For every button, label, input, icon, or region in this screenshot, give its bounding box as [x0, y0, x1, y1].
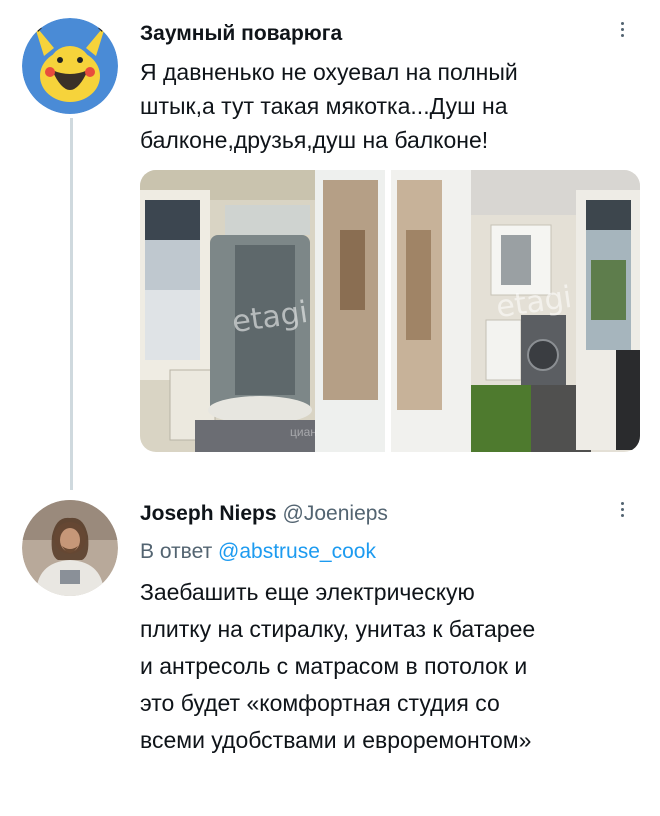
more-options-icon[interactable]: [620, 502, 626, 520]
pikachu-avatar-icon: [22, 18, 118, 114]
avatar-zaumny[interactable]: [22, 18, 118, 114]
author-name[interactable]: Joseph Nieps @Joenieps: [140, 502, 388, 526]
thread-connector-line: [70, 118, 73, 490]
tweet-text: Заебашить еще электрическую плитку на ст…: [140, 579, 536, 753]
media-image-shower[interactable]: etagi циан: [140, 170, 385, 452]
author-name[interactable]: Заумный поварюга: [140, 22, 342, 46]
watermark-cian: циан: [290, 425, 317, 439]
avatar-joseph[interactable]: [22, 500, 118, 596]
reply-handle-link[interactable]: @abstruse_cook: [218, 540, 376, 563]
tweet-media-gallery[interactable]: etagi циан etagi: [140, 170, 640, 452]
more-options-icon[interactable]: [620, 22, 626, 40]
author-handle[interactable]: @Joenieps: [283, 502, 388, 525]
reply-context: В ответ @abstruse_cook: [140, 540, 376, 564]
author-display-name[interactable]: Joseph Nieps: [140, 502, 277, 525]
reply-prefix: В ответ: [140, 540, 213, 563]
tweet-text: Я давненько не охуевал на полный штык,а …: [140, 59, 518, 153]
media-image-washer[interactable]: etagi: [391, 170, 640, 452]
astronaut-avatar-icon: [22, 500, 118, 596]
